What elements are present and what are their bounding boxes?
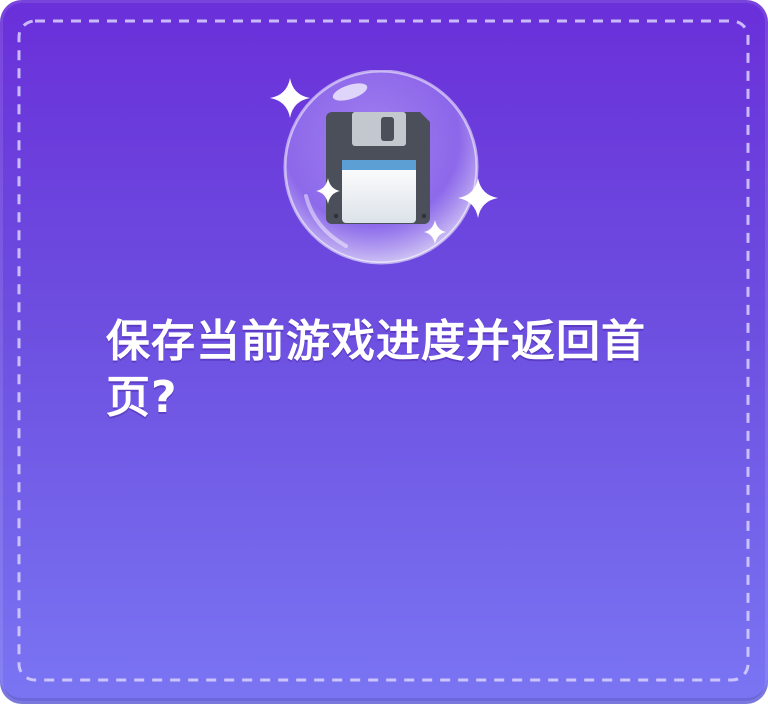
save-confirm-dialog: 保存当前游戏进度并返回首页? <box>0 0 768 704</box>
confirm-message: 保存当前游戏进度并返回首页? <box>106 316 646 423</box>
save-icon-group <box>262 69 502 270</box>
floppy-disk-icon <box>326 112 430 224</box>
